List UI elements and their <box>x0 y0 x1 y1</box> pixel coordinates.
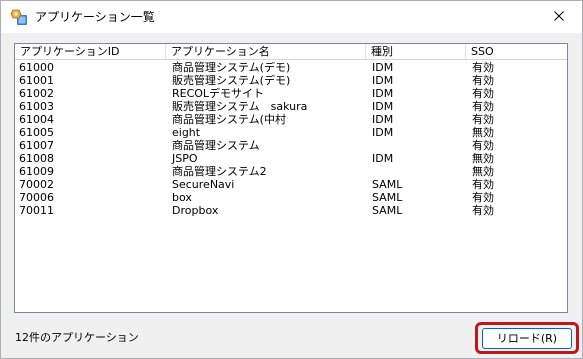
table-row[interactable]: 61007 商品管理システム 有効 <box>15 139 567 152</box>
cell-app-name: RECOLデモサイト <box>172 87 265 100</box>
close-icon <box>554 10 564 24</box>
application-list[interactable]: アプリケーションID アプリケーション名 種別 SSO 61000 商品管理シス… <box>14 43 568 313</box>
cell-app-id: 70006 <box>19 191 54 204</box>
cell-app-name: eight <box>172 126 201 139</box>
cell-app-name: box <box>172 191 192 204</box>
application-list-window: アプリケーション一覧 アプリケーションID アプリケーション名 種別 SSO 6… <box>0 0 583 359</box>
reload-button[interactable]: リロード(R) <box>482 328 572 349</box>
table-row[interactable]: 61008 JSPO IDM 無効 <box>15 152 567 165</box>
cell-type: IDM <box>372 74 394 87</box>
cell-app-id: 70002 <box>19 178 54 191</box>
cell-sso: 無効 <box>472 126 494 139</box>
app-window-icon <box>10 8 28 26</box>
table-row[interactable]: 61005 eight IDM 無効 <box>15 126 567 139</box>
cell-app-name: SecureNavi <box>172 178 235 191</box>
cell-sso: 有効 <box>472 61 494 74</box>
cell-app-id: 61008 <box>19 152 54 165</box>
close-button[interactable] <box>536 1 582 33</box>
cell-app-id: 61000 <box>19 61 54 74</box>
cell-sso: 有効 <box>472 204 494 217</box>
cell-app-name: 商品管理システム(デモ) <box>172 61 291 74</box>
cell-sso: 無効 <box>472 152 494 165</box>
cell-type: IDM <box>372 152 394 165</box>
cell-app-name: JSPO <box>172 152 198 165</box>
table-row[interactable]: 61002 RECOLデモサイト IDM 有効 <box>15 87 567 100</box>
title-bar[interactable]: アプリケーション一覧 <box>1 1 582 33</box>
cell-app-id: 61002 <box>19 87 54 100</box>
list-header: アプリケーションID アプリケーション名 種別 SSO <box>15 44 567 60</box>
cell-app-name: 商品管理システム <box>172 139 260 152</box>
table-row[interactable]: 61001 販売管理システム(デモ) IDM 有効 <box>15 74 567 87</box>
table-row[interactable]: 61000 商品管理システム(デモ) IDM 有効 <box>15 61 567 74</box>
cell-app-id: 61001 <box>19 74 54 87</box>
cell-app-id: 70011 <box>19 204 54 217</box>
cell-type: IDM <box>372 87 394 100</box>
window-title: アプリケーション一覧 <box>35 10 155 24</box>
cell-app-name: 販売管理システム sakura <box>172 100 308 113</box>
cell-app-id: 61004 <box>19 113 54 126</box>
cell-sso: 無効 <box>472 165 494 178</box>
cell-sso: 有効 <box>472 139 494 152</box>
cell-sso: 有効 <box>472 87 494 100</box>
cell-app-name: Dropbox <box>172 204 219 217</box>
cell-app-name: 商品管理システム2 <box>172 165 267 178</box>
cell-type: SAML <box>372 178 403 191</box>
cell-type: IDM <box>372 100 394 113</box>
cell-app-id: 61003 <box>19 100 54 113</box>
column-header-app-id[interactable]: アプリケーションID <box>15 44 166 59</box>
cell-type: IDM <box>372 113 394 126</box>
column-header-app-name[interactable]: アプリケーション名 <box>166 44 366 59</box>
cell-sso: 有効 <box>472 191 494 204</box>
cell-app-name: 商品管理システム(中村 <box>172 113 286 126</box>
column-header-sso[interactable]: SSO <box>466 44 567 59</box>
cell-sso: 有効 <box>472 100 494 113</box>
table-row[interactable]: 61003 販売管理システム sakura IDM 有効 <box>15 100 567 113</box>
list-rows: 61000 商品管理システム(デモ) IDM 有効 61001 販売管理システム… <box>15 61 567 217</box>
application-count-label: 12件のアプリケーション <box>15 331 139 344</box>
cell-type: IDM <box>372 126 394 139</box>
table-row[interactable]: 61004 商品管理システム(中村 IDM 有効 <box>15 113 567 126</box>
cell-sso: 有効 <box>472 74 494 87</box>
cell-sso: 有効 <box>472 113 494 126</box>
cell-app-id: 61005 <box>19 126 54 139</box>
table-row[interactable]: 61009 商品管理システム2 無効 <box>15 165 567 178</box>
table-row[interactable]: 70011 Dropbox SAML 有効 <box>15 204 567 217</box>
table-row[interactable]: 70006 box SAML 有効 <box>15 191 567 204</box>
cell-type: SAML <box>372 204 403 217</box>
cell-app-name: 販売管理システム(デモ) <box>172 74 291 87</box>
column-header-type[interactable]: 種別 <box>366 44 466 59</box>
cell-app-id: 61009 <box>19 165 54 178</box>
cell-type: SAML <box>372 191 403 204</box>
cell-type: IDM <box>372 61 394 74</box>
cell-app-id: 61007 <box>19 139 54 152</box>
table-row[interactable]: 70002 SecureNavi SAML 有効 <box>15 178 567 191</box>
cell-sso: 有効 <box>472 178 494 191</box>
